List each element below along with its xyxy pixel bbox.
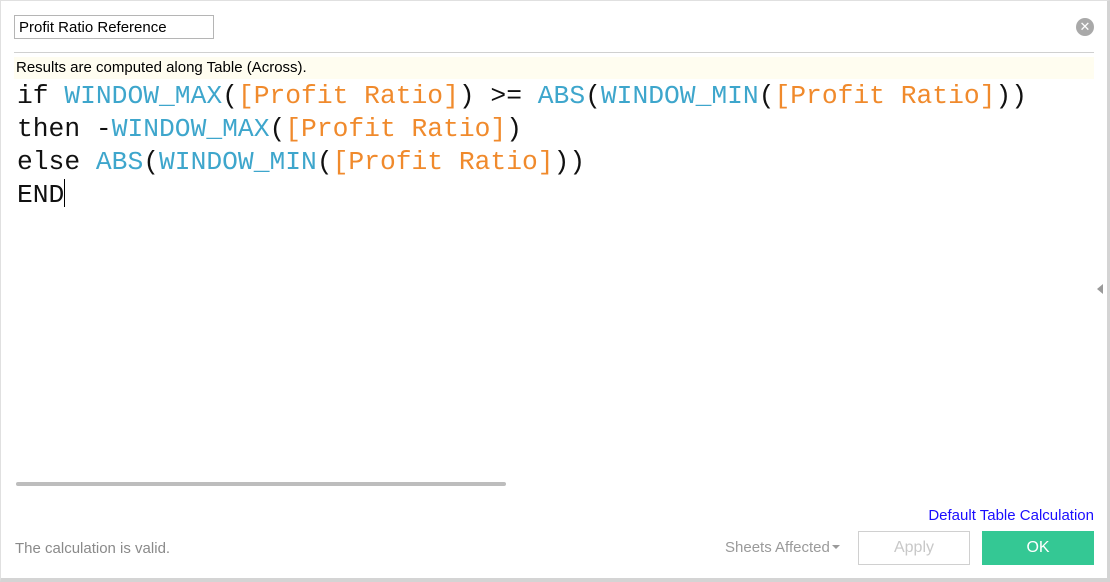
function-name: WINDOW_MAX	[64, 81, 223, 111]
validation-status: The calculation is valid.	[15, 540, 171, 557]
keyword: END	[17, 180, 65, 210]
punct: (	[585, 81, 601, 111]
info-bar: Results are computed along Table (Across…	[14, 57, 1094, 79]
sheets-affected-label: Sheets Affected	[725, 539, 830, 556]
punct: (	[758, 81, 775, 111]
default-table-calculation-link[interactable]: Default Table Calculation	[928, 507, 1094, 524]
function-name: WINDOW_MIN	[600, 81, 759, 111]
horizontal-scrollbar[interactable]	[16, 482, 506, 486]
field-reference: [Profit Ratio]	[774, 81, 996, 111]
function-name: WINDOW_MAX	[111, 114, 270, 144]
close-icon[interactable]: ✕	[1076, 18, 1094, 36]
function-name: WINDOW_MIN	[159, 147, 317, 177]
punct: (	[143, 147, 160, 177]
calculation-name-input[interactable]	[14, 15, 214, 39]
code-line-2: then -WINDOW_MAX([Profit Ratio])	[17, 113, 1092, 146]
divider	[14, 52, 1094, 53]
function-name: ABS	[537, 81, 586, 111]
punct: (	[269, 114, 286, 144]
punct: (	[222, 81, 238, 111]
code-line-4: END	[17, 179, 1092, 212]
keyword: else	[17, 147, 96, 177]
field-reference: [Profit Ratio]	[237, 81, 459, 111]
keyword: if	[17, 81, 65, 111]
punct: ))	[995, 81, 1027, 111]
function-name: ABS	[95, 147, 144, 177]
text-caret	[64, 179, 66, 207]
punct: (	[316, 147, 333, 177]
keyword: then -	[17, 114, 112, 144]
chevron-left-icon[interactable]	[1097, 284, 1103, 294]
punct: )	[506, 114, 522, 144]
code-line-1: if WINDOW_MAX([Profit Ratio]) >= ABS(WIN…	[17, 80, 1092, 113]
punct: ) >=	[458, 81, 538, 111]
apply-button[interactable]: Apply	[858, 531, 970, 565]
formula-editor[interactable]: if WINDOW_MAX([Profit Ratio]) >= ABS(WIN…	[17, 80, 1092, 475]
ok-button[interactable]: OK	[982, 531, 1094, 565]
field-reference: [Profit Ratio]	[285, 114, 507, 144]
code-line-3: else ABS(WINDOW_MIN([Profit Ratio]))	[17, 146, 1092, 179]
field-reference: [Profit Ratio]	[332, 147, 554, 177]
caret-down-icon	[831, 545, 840, 549]
sheets-affected-dropdown[interactable]: Sheets Affected	[725, 539, 840, 556]
punct: ))	[553, 147, 586, 177]
